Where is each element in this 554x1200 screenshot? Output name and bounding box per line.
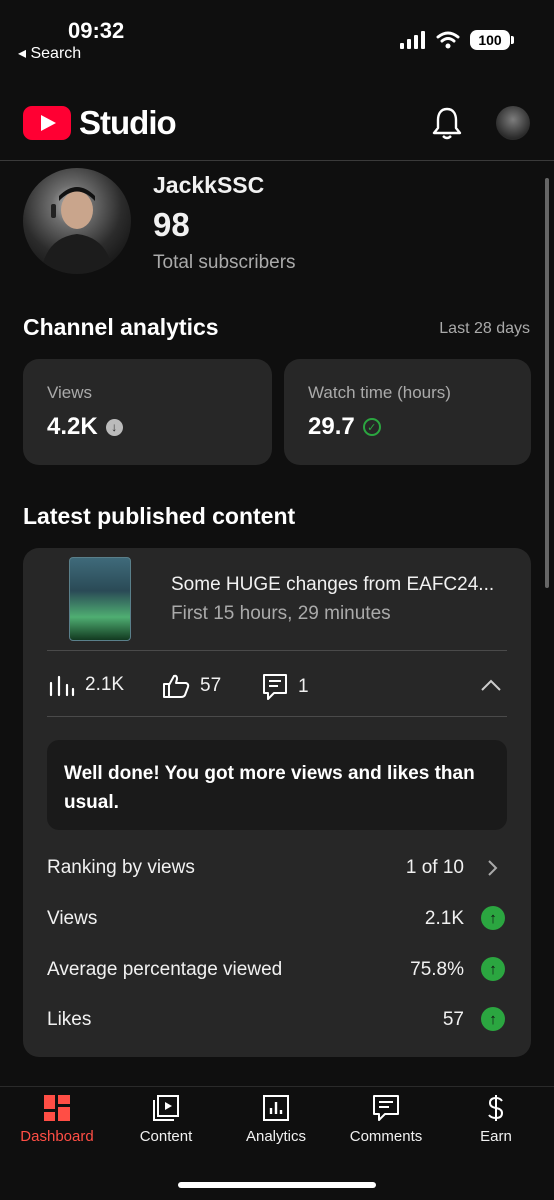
views-stat-value: 2.1K <box>85 674 125 695</box>
video-thumbnail[interactable] <box>69 557 131 641</box>
nav-comments[interactable]: Comments <box>331 1094 441 1145</box>
battery-icon: 100 <box>470 30 514 50</box>
views-metric-card[interactable]: Views 4.2K ↓ <box>23 359 272 465</box>
account-avatar[interactable] <box>496 106 530 140</box>
likes-stat: 57 <box>162 673 221 699</box>
video-subtitle: First 15 hours, 29 minutes <box>171 603 391 624</box>
avg-percentage-value: 75.8% <box>410 959 464 980</box>
analytics-period: Last 28 days <box>439 320 530 337</box>
header-divider <box>0 160 554 161</box>
metric-label: Watch time (hours) <box>308 383 451 402</box>
comments-stat: 1 <box>262 673 309 701</box>
nav-dashboard[interactable]: Dashboard <box>2 1094 112 1145</box>
notification-bell-icon[interactable] <box>432 106 462 140</box>
comment-icon <box>263 674 287 700</box>
ranking-value: 1 of 10 <box>405 857 464 878</box>
nav-comments-label: Comments <box>349 1128 423 1145</box>
nav-analytics[interactable]: Analytics <box>221 1094 331 1145</box>
app-name: Studio <box>79 104 177 141</box>
bar-chart-icon <box>49 675 75 697</box>
youtube-studio-logo: Studio <box>23 104 177 142</box>
views-row-value: 2.1K <box>424 908 464 929</box>
status-icons: 100 <box>400 30 514 50</box>
dollar-icon <box>488 1095 504 1121</box>
down-arrow-icon: ↓ <box>105 418 123 436</box>
views-stat: 2.1K <box>49 673 124 697</box>
nav-content[interactable]: Content <box>111 1094 221 1145</box>
metric-value: 4.2K ↓ <box>47 413 123 441</box>
watch-time-metric-card[interactable]: Watch time (hours) 29.7 ✓ <box>284 359 531 465</box>
check-icon: ✓ <box>362 418 381 436</box>
likes-stat-value: 57 <box>200 675 222 696</box>
ranking-label[interactable]: Ranking by views <box>47 857 195 879</box>
channel-name: JackkSSC <box>153 172 265 198</box>
analytics-icon <box>263 1095 289 1121</box>
views-value: 4.2K <box>47 413 98 440</box>
video-title[interactable]: Some HUGE changes from EAFC24... <box>171 574 494 596</box>
nav-earn[interactable]: Earn <box>441 1094 551 1145</box>
up-arrow-icon: ↑ <box>481 957 505 981</box>
watch-time-value: 29.7 <box>308 413 355 440</box>
comments-icon <box>373 1095 399 1121</box>
metric-label: Views <box>47 383 93 402</box>
home-indicator <box>178 1182 376 1188</box>
latest-content-title: Latest published content <box>23 503 296 529</box>
up-arrow-icon: ↑ <box>481 906 505 930</box>
dashboard-icon <box>44 1095 70 1121</box>
channel-analytics-title: Channel analytics <box>23 314 219 340</box>
wifi-icon <box>436 31 460 49</box>
nav-dashboard-label: Dashboard <box>20 1128 94 1145</box>
youtube-play-icon <box>23 106 71 140</box>
nav-earn-label: Earn <box>480 1128 512 1145</box>
views-row-label: Views <box>47 908 98 929</box>
nav-analytics-label: Analytics <box>245 1128 307 1145</box>
divider <box>47 650 507 651</box>
subscriber-count: 98 <box>153 206 190 243</box>
thumbs-up-icon <box>163 674 190 698</box>
status-time: 09:32 <box>68 18 125 43</box>
avg-percentage-label: Average percentage viewed <box>47 959 283 980</box>
content-icon <box>153 1095 179 1121</box>
subscriber-label: Total subscribers <box>153 252 296 273</box>
performance-notice: Well done! You got more views and likes … <box>47 740 507 830</box>
collapse-chevron-icon[interactable] <box>480 678 502 692</box>
scrollbar[interactable] <box>545 178 549 588</box>
likes-row-label: Likes <box>47 1009 92 1030</box>
likes-row-value: 57 <box>442 1009 464 1030</box>
metric-value: 29.7 ✓ <box>308 413 381 441</box>
signal-icon <box>400 31 425 49</box>
back-to-search-link[interactable]: ◂ Search <box>18 43 81 63</box>
comments-stat-value: 1 <box>298 676 309 697</box>
up-arrow-icon: ↑ <box>481 1007 505 1031</box>
channel-avatar <box>23 168 131 274</box>
divider <box>47 716 507 717</box>
nav-content-label: Content <box>139 1128 193 1145</box>
chevron-right-icon[interactable] <box>487 859 499 877</box>
